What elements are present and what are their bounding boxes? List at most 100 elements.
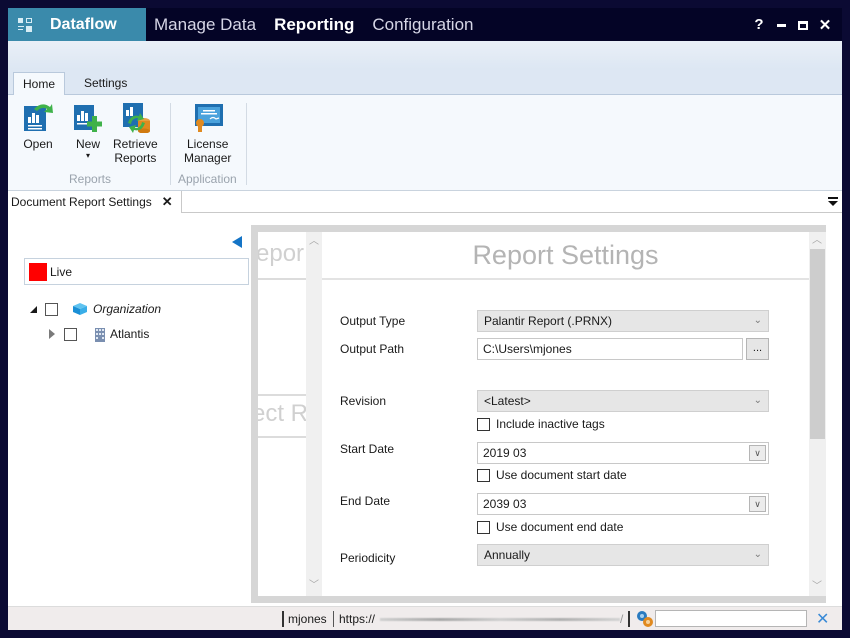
vertical-scrollbar[interactable]: ︿ ﹀: [809, 232, 826, 596]
status-search-input[interactable]: [655, 610, 807, 627]
ribbon-tab-settings[interactable]: Settings: [75, 72, 136, 96]
retrieve-label-line2: Reports: [114, 151, 157, 165]
status-separator: [333, 611, 334, 627]
browse-button[interactable]: ...: [746, 338, 769, 360]
app-window: Dataflow Manage Data Reporting Configura…: [0, 0, 850, 638]
chevron-down-icon: ⌄: [753, 395, 762, 406]
date-dropdown-chevron-icon[interactable]: ∨: [749, 445, 766, 461]
license-label-line1: License: [187, 137, 229, 151]
document-tab-strip: Document Report Settings ✕: [8, 191, 842, 213]
start-date-picker[interactable]: 2019 03 ∨: [477, 442, 769, 464]
organization-icon: [73, 303, 87, 315]
license-manager-button[interactable]: License Manager: [184, 101, 231, 165]
new-dropdown-arrow[interactable]: ▾: [86, 151, 90, 161]
title-bar: Dataflow Manage Data Reporting Configura…: [8, 8, 842, 41]
group-separator: [246, 103, 247, 185]
include-inactive-label: Include inactive tags: [496, 417, 605, 431]
overflow-menu-icon: [828, 197, 838, 206]
status-separator: [282, 611, 284, 627]
scroll-down-icon[interactable]: ﹀: [809, 579, 825, 595]
tree-checkbox[interactable]: [64, 327, 77, 341]
ribbon-body: Open New ▾ Retrieve Reports Reports Lice…: [8, 95, 842, 191]
ghost-title: epor: [258, 240, 305, 267]
revision-select[interactable]: <Latest> ⌄: [477, 390, 769, 412]
left-tree-pane: Live Organization Atlantis: [8, 214, 254, 606]
close-tab-icon[interactable]: ✕: [162, 194, 173, 210]
checkbox-box[interactable]: [477, 417, 490, 431]
use-doc-end-label: Use document end date: [496, 520, 624, 534]
ribbon-tabs: Home Settings: [8, 69, 842, 96]
status-user: mjones: [288, 612, 327, 626]
group-separator: [170, 103, 171, 185]
document-tab-label: Document Report Settings: [11, 195, 152, 209]
checkbox-box[interactable]: [477, 468, 490, 482]
settings-gears-icon[interactable]: [636, 610, 654, 628]
chevron-down-icon: ⌄: [753, 315, 762, 326]
app-title: Dataflow: [50, 15, 117, 33]
main-nav: Manage Data Reporting Configuration: [154, 8, 491, 41]
tree-node-atlantis[interactable]: Atlantis: [49, 325, 149, 343]
background-pane: epor ect R: [258, 232, 306, 596]
revision-value: <Latest>: [484, 394, 531, 408]
ribbon-tab-home[interactable]: Home: [13, 72, 66, 96]
help-button[interactable]: ?: [748, 16, 770, 33]
output-type-label: Output Type: [340, 314, 406, 328]
clear-search-icon[interactable]: ✕: [816, 609, 829, 629]
revision-label: Revision: [340, 394, 387, 408]
nav-manage-data[interactable]: Manage Data: [154, 15, 256, 35]
scroll-up-icon[interactable]: ︿: [809, 233, 825, 249]
output-type-select[interactable]: Palantir Report (.PRNX) ⌄: [477, 310, 769, 332]
maximize-button[interactable]: [792, 16, 814, 33]
end-date-picker[interactable]: 2039 03 ∨: [477, 493, 769, 515]
start-date-value: 2019 03: [483, 446, 527, 460]
end-date-value: 2039 03: [483, 497, 527, 511]
output-path-input[interactable]: C:\Users\mjones: [477, 338, 743, 360]
brand-tile[interactable]: Dataflow: [8, 8, 146, 41]
live-status-swatch: [29, 262, 47, 281]
report-settings-container: epor ect R ︿ ﹀ Report Settings Output Ty…: [251, 225, 826, 603]
new-report-icon: [72, 101, 104, 133]
report-settings-title: Report Settings: [472, 240, 659, 270]
dataflow-logo-icon: [18, 17, 32, 32]
open-button[interactable]: Open: [22, 101, 54, 151]
scroll-down-icon[interactable]: ﹀: [306, 578, 322, 594]
new-button[interactable]: New ▾: [72, 101, 104, 161]
use-document-end-date-checkbox[interactable]: Use document end date: [477, 520, 623, 534]
use-doc-start-label: Use document start date: [496, 468, 627, 482]
live-label: Live: [50, 264, 73, 279]
tree-checkbox[interactable]: [45, 302, 58, 316]
use-document-start-date-checkbox[interactable]: Use document start date: [477, 468, 627, 482]
periodicity-value: Annually: [484, 548, 531, 562]
collapse-pane-arrow-icon[interactable]: [232, 236, 242, 248]
scrollbar-thumb[interactable]: [810, 249, 825, 439]
retrieve-reports-button[interactable]: Retrieve Reports: [113, 101, 158, 165]
new-label: New: [75, 137, 100, 151]
live-selector[interactable]: Live: [24, 258, 249, 285]
checkbox-box[interactable]: [477, 520, 490, 534]
tab-document-report-settings[interactable]: Document Report Settings ✕: [8, 191, 182, 213]
tab-overflow-button[interactable]: [828, 194, 838, 208]
chevron-down-icon: ⌄: [753, 549, 762, 560]
ribbon-header-strip: [8, 41, 842, 69]
tree-node-organization[interactable]: Organization: [30, 300, 161, 318]
include-inactive-tags-checkbox[interactable]: Include inactive tags: [477, 417, 605, 431]
maximize-icon: [798, 20, 808, 30]
expand-toggle-icon[interactable]: [49, 329, 55, 339]
open-report-icon: [22, 101, 54, 133]
expand-toggle-icon[interactable]: [30, 305, 37, 313]
minimize-button[interactable]: [770, 16, 792, 33]
status-bar: mjones https:// / ✕: [8, 606, 842, 630]
tree-node-label: Atlantis: [110, 327, 150, 341]
group-label-application: Application: [178, 172, 237, 186]
nav-configuration[interactable]: Configuration: [372, 15, 473, 35]
report-settings-pane: Report Settings Output Type Palantir Rep…: [322, 232, 809, 596]
nav-reporting[interactable]: Reporting: [274, 15, 354, 35]
periodicity-select[interactable]: Annually ⌄: [477, 544, 769, 566]
redacted-url: [380, 618, 620, 621]
scroll-up-icon[interactable]: ︿: [306, 234, 322, 250]
output-type-value: Palantir Report (.PRNX): [484, 314, 613, 328]
close-button[interactable]: ✕: [814, 16, 836, 34]
retrieve-reports-icon: [119, 101, 151, 134]
date-dropdown-chevron-icon[interactable]: ∨: [749, 496, 766, 512]
background-scrollbar[interactable]: ︿ ﹀: [306, 232, 322, 596]
